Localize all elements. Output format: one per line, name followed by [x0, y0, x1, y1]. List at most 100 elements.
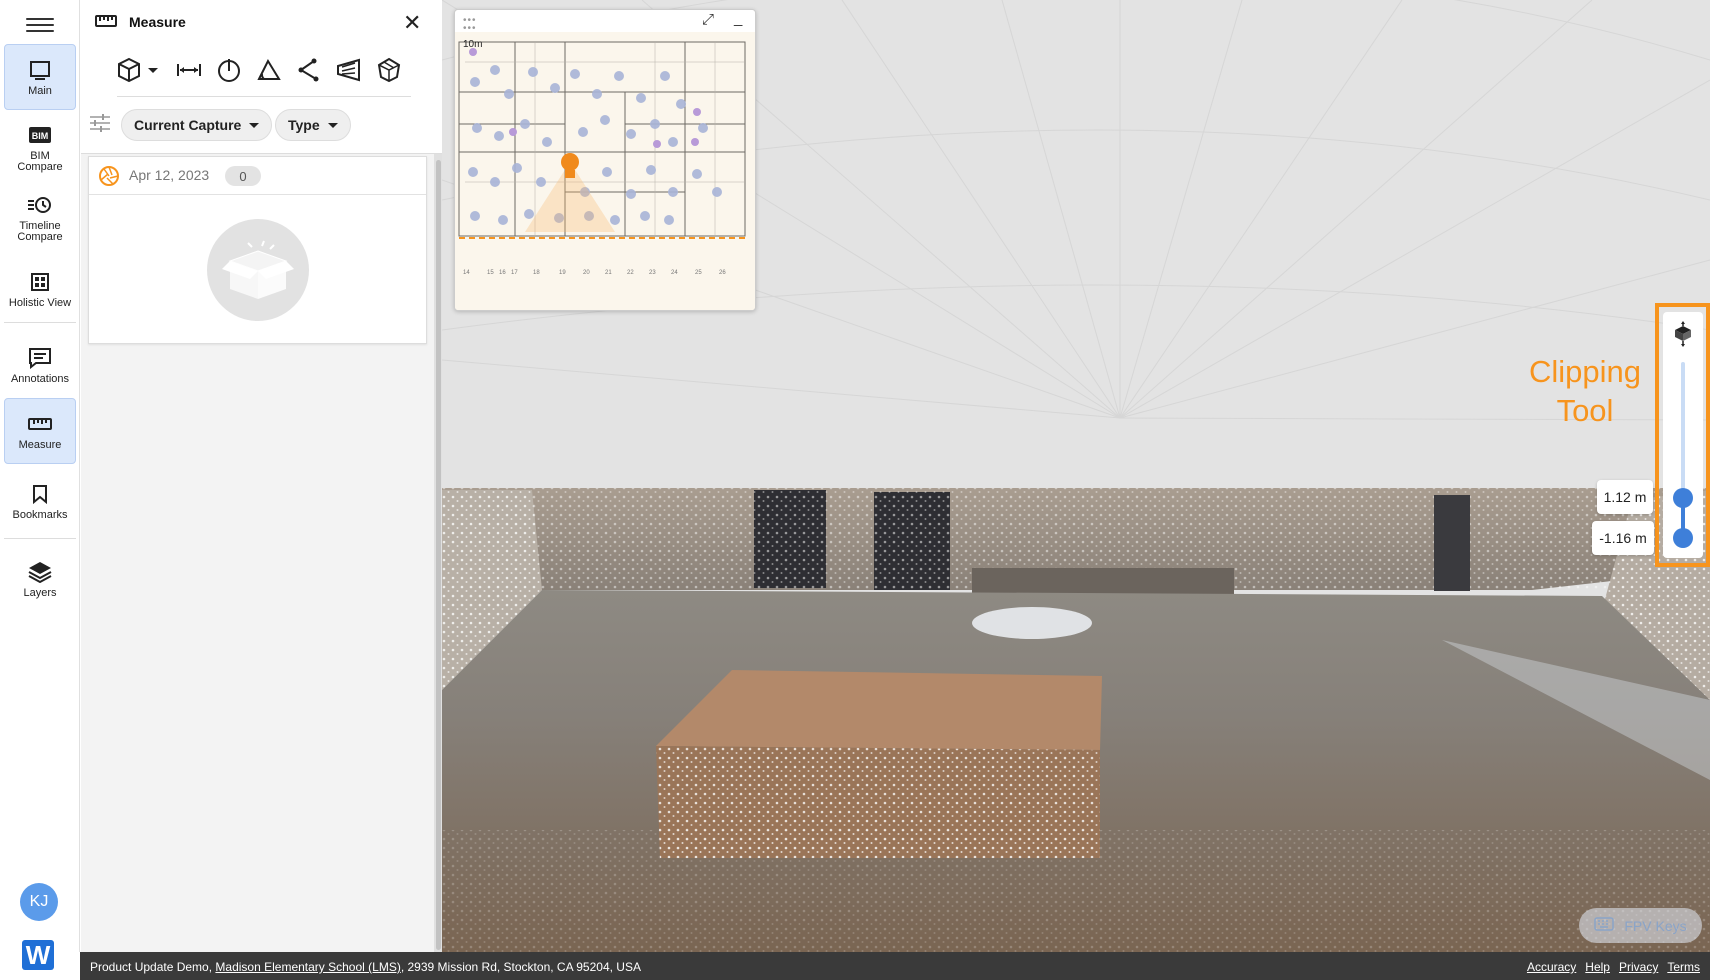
measure-toolbar [117, 56, 403, 84]
square-icon [27, 57, 53, 83]
bookmark-icon [27, 481, 53, 507]
rail-item-main[interactable]: Main [4, 44, 76, 110]
project-link[interactable]: Madison Elementary School (LMS) [215, 960, 400, 974]
svg-text:24: 24 [671, 270, 678, 276]
filter-sliders-icon[interactable] [89, 114, 111, 137]
clipping-bottom-value: -1.16 m [1592, 521, 1654, 555]
minimap-scale-label: 10m [463, 39, 483, 50]
svg-text:26: 26 [719, 270, 726, 276]
rail-item-label: Annotations [10, 373, 70, 385]
chip-label: Type [288, 117, 320, 133]
minimize-icon[interactable]: _ [734, 10, 742, 27]
measurement-count-badge: 0 [225, 166, 261, 186]
rail-item-label: Timeline [19, 219, 61, 232]
status-footer: Product Update Demo, Madison Elementary … [80, 952, 1710, 980]
svg-text:15: 15 [487, 270, 494, 276]
measure-panel-header: Measure ✕ Current Capture Type [81, 0, 442, 154]
angle-tool-icon[interactable] [255, 56, 283, 84]
svg-text:23: 23 [649, 270, 656, 276]
svg-text:25: 25 [695, 270, 702, 276]
capture-filter-chip[interactable]: Current Capture [121, 109, 273, 141]
privacy-link[interactable]: Privacy [1619, 960, 1658, 974]
annotation-icon [27, 345, 53, 371]
rail-item-label: Layers [23, 587, 57, 599]
capture-aperture-icon [98, 165, 120, 192]
rail-item-bim-compare[interactable]: BIM BIM Compare [4, 114, 76, 180]
fpv-keys-label: FPV Keys [1624, 917, 1687, 934]
svg-text:20: 20 [583, 270, 590, 276]
clipping-tool-annotation: Clipping Tool [1515, 352, 1655, 430]
floor-plan-minimap[interactable]: ••• ••• ⤢ _ 14 15 16 17 18 19 20 21 22 2… [454, 9, 756, 311]
terms-link[interactable]: Terms [1667, 960, 1700, 974]
hamburger-menu-icon[interactable] [26, 14, 54, 34]
rail-item-measure[interactable]: Measure [4, 398, 76, 464]
floor-plan-image: 14 15 16 17 18 19 20 21 22 23 24 25 26 [455, 32, 755, 310]
timeline-clock-icon [27, 192, 53, 218]
measure-panel: Measure ✕ Current Capture Type Apr 12, 2… [81, 0, 442, 952]
ruler-icon [95, 14, 117, 33]
annotation-line: Tool [1556, 393, 1614, 428]
project-location: Product Update Demo, Madison Elementary … [90, 960, 641, 974]
user-avatar[interactable]: KJ [20, 883, 58, 921]
ruler-icon [27, 411, 53, 437]
clipping-bottom-handle[interactable] [1673, 528, 1693, 548]
rail-item-label: Main [28, 85, 52, 97]
svg-text:22: 22 [627, 270, 634, 276]
annotation-line: Clipping [1528, 354, 1641, 389]
rail-item-layers[interactable]: Layers [4, 546, 76, 612]
footer-prefix: Product Update Demo, [90, 960, 216, 974]
rail-item-label: Compare [17, 230, 63, 243]
distance-tool-icon[interactable] [175, 56, 203, 84]
rail-item-annotations[interactable]: Annotations [4, 332, 76, 398]
clipping-top-value: 1.12 m [1597, 480, 1653, 514]
accuracy-link[interactable]: Accuracy [1527, 960, 1576, 974]
drag-handle-icon[interactable]: ••• ••• [463, 16, 477, 34]
bim-icon: BIM [27, 122, 53, 148]
close-icon[interactable]: ✕ [403, 12, 421, 34]
panel-title: Measure [129, 14, 186, 30]
grid-icon [27, 269, 53, 295]
polyline-tool-icon[interactable] [295, 56, 323, 84]
footer-links: Accuracy Help Privacy Terms [1527, 960, 1700, 974]
toolbar-divider [117, 96, 411, 97]
empty-box-icon [207, 219, 309, 321]
svg-text:21: 21 [605, 270, 612, 276]
fpv-keys-button[interactable]: FPV Keys [1579, 908, 1702, 943]
chevron-down-icon [249, 122, 260, 128]
svg-text:18: 18 [533, 270, 540, 276]
app: Main BIM BIM Compare Timeline Compare Ho… [0, 0, 1710, 980]
rail-item-bookmarks[interactable]: Bookmarks [4, 468, 76, 534]
svg-text:BIM: BIM [32, 131, 49, 141]
company-logo[interactable]: W [22, 940, 54, 970]
rail-item-holistic-view[interactable]: Holistic View [4, 256, 76, 322]
keyboard-icon [1594, 917, 1615, 934]
chevron-down-icon [327, 122, 338, 128]
capture-card: Apr 12, 2023 0 [88, 156, 427, 344]
clipping-top-handle[interactable] [1673, 488, 1693, 508]
type-filter-chip[interactable]: Type [275, 109, 351, 141]
rail-item-label: Compare [17, 160, 63, 173]
svg-text:17: 17 [511, 270, 518, 276]
svg-text:19: 19 [559, 270, 566, 276]
rail-item-label: Bookmarks [12, 509, 68, 521]
cube-mode-dropdown[interactable] [117, 56, 163, 84]
left-rail: Main BIM BIM Compare Timeline Compare Ho… [0, 0, 80, 970]
capture-row[interactable]: Apr 12, 2023 0 [89, 157, 426, 195]
rail-divider [4, 322, 76, 323]
svg-text:14: 14 [463, 270, 470, 276]
rail-item-timeline-compare[interactable]: Timeline Compare [4, 184, 76, 250]
rail-item-label: Measure [18, 439, 62, 451]
rail-item-label: BIM [30, 149, 50, 162]
panel-scrollbar-thumb[interactable] [436, 160, 441, 950]
help-link[interactable]: Help [1585, 960, 1610, 974]
expand-icon[interactable]: ⤢ [702, 11, 714, 28]
clipping-cube-icon[interactable] [1671, 321, 1695, 352]
area-tool-icon[interactable] [335, 56, 363, 84]
chip-label: Current Capture [134, 117, 242, 133]
volume-tool-icon[interactable] [375, 56, 403, 84]
layers-icon [27, 559, 53, 585]
footer-address: , 2939 Mission Rd, Stockton, CA 95204, U… [400, 960, 641, 974]
height-tool-icon[interactable] [215, 56, 243, 84]
svg-text:16: 16 [499, 270, 506, 276]
rail-item-label: Holistic View [8, 297, 72, 309]
